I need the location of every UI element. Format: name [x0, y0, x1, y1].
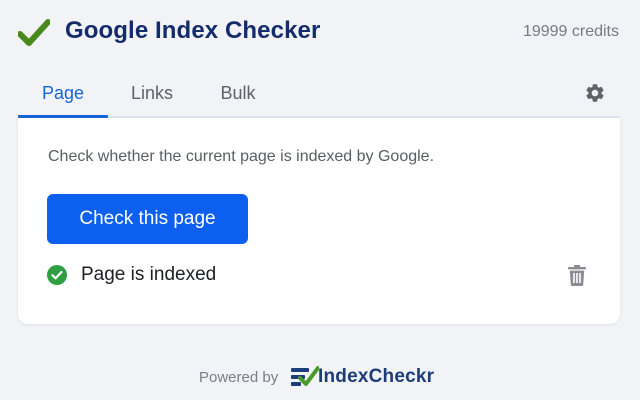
powered-by-label: Powered by: [199, 369, 279, 386]
tab-bulk[interactable]: Bulk: [210, 70, 266, 116]
page-description: Check whether the current page is indexe…: [48, 148, 435, 165]
indexcheckr-logo-icon[interactable]: [291, 366, 319, 388]
footer: Powered by IndexCheckr: [0, 362, 640, 392]
success-check-icon: [47, 265, 67, 285]
app-title: Google Index Checker: [65, 17, 321, 44]
tab-bar: Page Links Bulk: [18, 70, 620, 118]
credits-counter: 19999 credits: [522, 23, 619, 40]
brand-name[interactable]: IndexCheckr: [318, 366, 434, 388]
main-card: Check whether the current page is indexe…: [18, 118, 620, 324]
gear-icon[interactable]: [584, 82, 606, 104]
app-header: Google Index Checker 19999 credits: [0, 0, 640, 66]
status-text: Page is indexed: [81, 264, 217, 285]
tab-links[interactable]: Links: [118, 70, 186, 116]
tab-page[interactable]: Page: [18, 70, 108, 116]
trash-icon[interactable]: [568, 265, 586, 286]
check-page-button[interactable]: Check this page: [47, 194, 248, 244]
checkmark-icon: [18, 19, 50, 46]
